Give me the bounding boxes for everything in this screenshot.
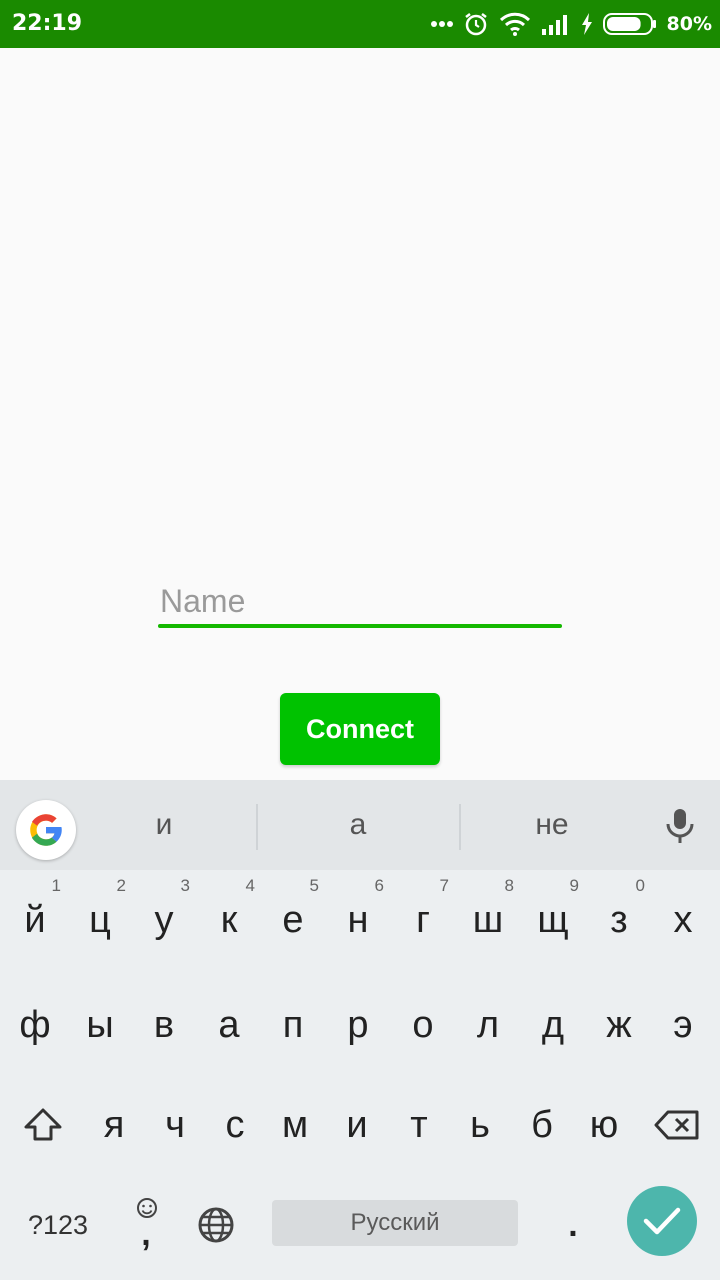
alarm-icon [463, 11, 489, 37]
key[interactable]: ж [587, 975, 651, 1075]
key[interactable]: я [82, 1075, 146, 1175]
app-content: Connect [0, 48, 720, 780]
name-underline [158, 624, 562, 628]
key[interactable]: о [391, 975, 455, 1075]
suggestion-divider [256, 804, 258, 850]
key[interactable]: а [197, 975, 261, 1075]
key[interactable]: т [387, 1075, 451, 1175]
status-bar: 22:19 80% [0, 0, 720, 48]
charging-icon [581, 13, 593, 35]
suggestion-2[interactable]: а [268, 808, 448, 842]
comma-label: , [141, 1215, 151, 1253]
key[interactable]: р [326, 975, 390, 1075]
space-key[interactable]: Русский [272, 1200, 518, 1246]
status-icons: 80% [421, 0, 712, 48]
key[interactable]: ч [143, 1075, 207, 1175]
key[interactable]: з0 [587, 870, 651, 970]
key[interactable]: э [651, 975, 715, 1075]
key[interactable]: п [261, 975, 325, 1075]
google-icon[interactable] [16, 800, 76, 860]
backspace-icon [654, 1110, 699, 1140]
key[interactable]: щ9 [521, 870, 585, 970]
backspace-key[interactable] [642, 1075, 712, 1175]
key[interactable]: х [651, 870, 715, 970]
shift-key[interactable] [10, 1075, 76, 1175]
signal-icon [541, 13, 571, 35]
more-dots-icon [430, 20, 453, 28]
suggestion-1[interactable]: и [74, 808, 254, 842]
key[interactable]: м [263, 1075, 327, 1175]
key[interactable]: в [132, 975, 196, 1075]
key[interactable]: ц2 [68, 870, 132, 970]
key[interactable]: ю [572, 1075, 636, 1175]
key[interactable]: г7 [391, 870, 455, 970]
check-icon [643, 1207, 681, 1235]
language-key[interactable] [184, 1175, 248, 1275]
period-key[interactable]: . [541, 1175, 605, 1275]
name-input[interactable] [158, 578, 562, 624]
key[interactable]: ы [68, 975, 132, 1075]
key[interactable]: л [456, 975, 520, 1075]
microphone-icon[interactable] [664, 808, 696, 849]
globe-icon [198, 1207, 234, 1243]
shift-icon [24, 1108, 62, 1141]
key[interactable]: б [510, 1075, 574, 1175]
keyboard: и а не й1 ц2 у3 к4 е5 н6 г7 ш8 щ9 з0 х ф… [0, 780, 720, 1280]
comma-key[interactable]: , [114, 1175, 178, 1275]
key[interactable]: с [203, 1075, 267, 1175]
key[interactable]: й1 [3, 870, 67, 970]
key[interactable]: и [325, 1075, 389, 1175]
enter-key[interactable] [627, 1186, 697, 1256]
battery-icon [602, 12, 657, 36]
battery-percent: 80% [666, 13, 712, 35]
key[interactable]: к4 [197, 870, 261, 970]
key[interactable]: ь [448, 1075, 512, 1175]
key[interactable]: н6 [326, 870, 390, 970]
key[interactable]: ф [3, 975, 67, 1075]
key[interactable]: е5 [261, 870, 325, 970]
key[interactable]: ш8 [456, 870, 520, 970]
status-time: 22:19 [12, 11, 83, 36]
symbols-key[interactable]: ?123 [16, 1175, 100, 1275]
connect-button[interactable]: Connect [280, 693, 440, 765]
key[interactable]: у3 [132, 870, 196, 970]
wifi-icon [499, 12, 531, 36]
suggestion-divider [459, 804, 461, 850]
key[interactable]: д [521, 975, 585, 1075]
name-field[interactable] [158, 578, 562, 628]
suggestion-bar: и а не [0, 780, 720, 870]
suggestion-3[interactable]: не [462, 808, 642, 842]
